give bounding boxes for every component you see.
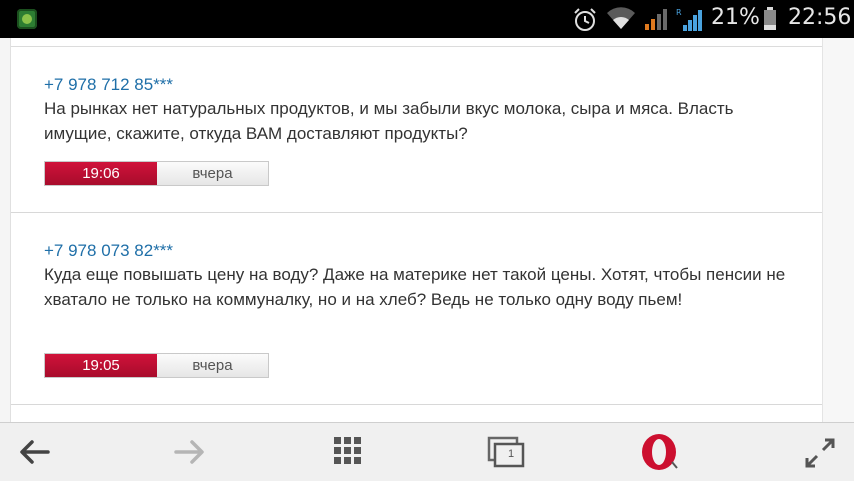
message-time: 19:05 (45, 354, 157, 377)
battery-icon (764, 7, 776, 30)
message-text: Куда еще повышать цену на воду? Даже на … (44, 265, 786, 309)
opera-menu-button[interactable] (620, 423, 700, 481)
signal-icon (645, 9, 667, 30)
tab-count: 1 (507, 448, 515, 460)
message-time: 19:06 (45, 162, 157, 185)
message-day: вчера (157, 354, 268, 377)
battery-percent: 21% (711, 5, 760, 30)
sender-phone[interactable]: +7 978 073 82*** (44, 241, 173, 261)
back-arrow-icon (20, 440, 50, 464)
divider (11, 404, 822, 405)
speed-dial-grid-icon (334, 437, 361, 464)
fullscreen-arrows-icon (805, 438, 835, 468)
status-clock: 22:56 (788, 5, 852, 30)
opera-logo-icon (642, 434, 678, 470)
forward-button[interactable] (150, 423, 230, 481)
wifi-icon (607, 7, 635, 29)
message-card: +7 978 712 85*** На рынках нет натуральн… (11, 47, 822, 213)
message-card: +7 978 073 82*** Куда еще повышать цену … (11, 213, 822, 405)
page-right-margin (822, 38, 854, 422)
message-text: На рынках нет натуральных продуктов, и м… (44, 99, 734, 143)
svg-text:R: R (676, 8, 682, 17)
sender-phone[interactable]: +7 978 712 85*** (44, 75, 173, 95)
timestamp-badge: 19:05 вчера (44, 353, 269, 378)
alarm-icon (574, 8, 596, 31)
message-day: вчера (157, 162, 268, 185)
forward-arrow-icon (174, 440, 204, 464)
tabs-button[interactable]: 1 (466, 423, 546, 481)
fullscreen-button[interactable] (780, 423, 854, 481)
browser-toolbar: 1 (0, 422, 854, 481)
app-notification-icon (17, 9, 37, 29)
signal-roaming-icon: R (676, 8, 702, 31)
back-button[interactable] (0, 423, 80, 481)
timestamp-badge: 19:06 вчера (44, 161, 269, 186)
web-page[interactable]: +7 978 712 85*** На рынках нет натуральн… (0, 38, 854, 422)
speed-dial-button[interactable] (308, 423, 388, 481)
status-bar: R 21% 22:56 (0, 0, 854, 38)
